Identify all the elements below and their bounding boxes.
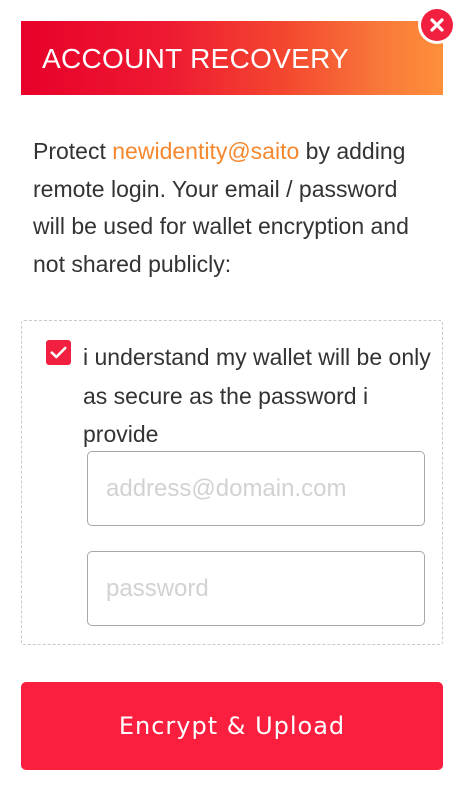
dialog-title: ACCOUNT RECOVERY	[42, 43, 350, 74]
close-button[interactable]	[418, 6, 456, 44]
dialog-header: ACCOUNT RECOVERY	[21, 21, 443, 95]
intro-prefix: Protect	[33, 138, 113, 164]
consent-checkbox[interactable]	[46, 340, 71, 365]
password-field[interactable]	[87, 551, 425, 626]
close-icon	[421, 9, 453, 41]
account-recovery-dialog: ACCOUNT RECOVERY Protect newidentity@sai…	[0, 0, 459, 794]
consent-label[interactable]: i understand my wallet will be only as s…	[83, 338, 433, 454]
email-field[interactable]	[87, 451, 425, 526]
intro-text: Protect newidentity@saito by adding remo…	[33, 133, 433, 283]
identity-handle: newidentity@saito	[112, 138, 300, 164]
consent-section: i understand my wallet will be only as s…	[21, 320, 443, 645]
checkmark-icon	[50, 346, 67, 359]
encrypt-upload-button[interactable]: Encrypt & Upload	[21, 682, 443, 770]
